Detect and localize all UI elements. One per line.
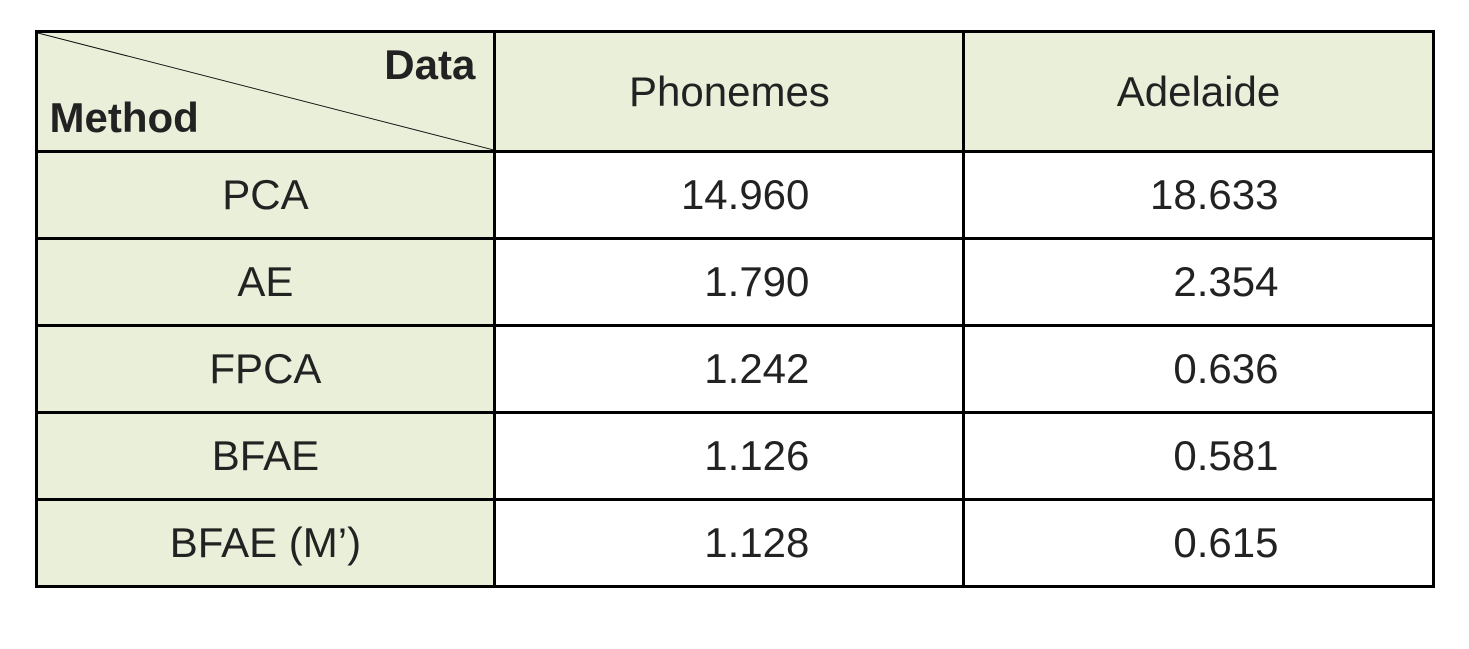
table-row: PCA 14.960 18.633 <box>36 152 1433 239</box>
data-cell: 18.633 <box>964 152 1433 239</box>
row-label: FPCA <box>36 326 495 413</box>
table-row: FPCA 1.242 0.636 <box>36 326 1433 413</box>
corner-cell: Data Method <box>36 32 495 152</box>
data-cell: 1.790 <box>495 239 964 326</box>
data-cell: 1.242 <box>495 326 964 413</box>
row-label: BFAE <box>36 413 495 500</box>
row-label: BFAE (M’) <box>36 500 495 587</box>
results-table: Data Method Phonemes Adelaide PCA 14.960… <box>35 30 1435 588</box>
table-row: BFAE (M’) 1.128 0.615 <box>36 500 1433 587</box>
data-cell: 1.126 <box>495 413 964 500</box>
row-label: AE <box>36 239 495 326</box>
header-row: Data Method Phonemes Adelaide <box>36 32 1433 152</box>
results-table-wrapper: Data Method Phonemes Adelaide PCA 14.960… <box>35 30 1435 588</box>
data-cell: 2.354 <box>964 239 1433 326</box>
data-cell: 0.636 <box>964 326 1433 413</box>
col-header-phonemes: Phonemes <box>495 32 964 152</box>
data-cell: 1.128 <box>495 500 964 587</box>
data-cell: 14.960 <box>495 152 964 239</box>
data-cell: 0.581 <box>964 413 1433 500</box>
table-row: AE 1.790 2.354 <box>36 239 1433 326</box>
col-header-adelaide: Adelaide <box>964 32 1433 152</box>
data-cell: 0.615 <box>964 500 1433 587</box>
row-label: PCA <box>36 152 495 239</box>
corner-top-label: Data <box>384 41 475 89</box>
corner-bottom-label: Method <box>50 94 199 142</box>
table-row: BFAE 1.126 0.581 <box>36 413 1433 500</box>
